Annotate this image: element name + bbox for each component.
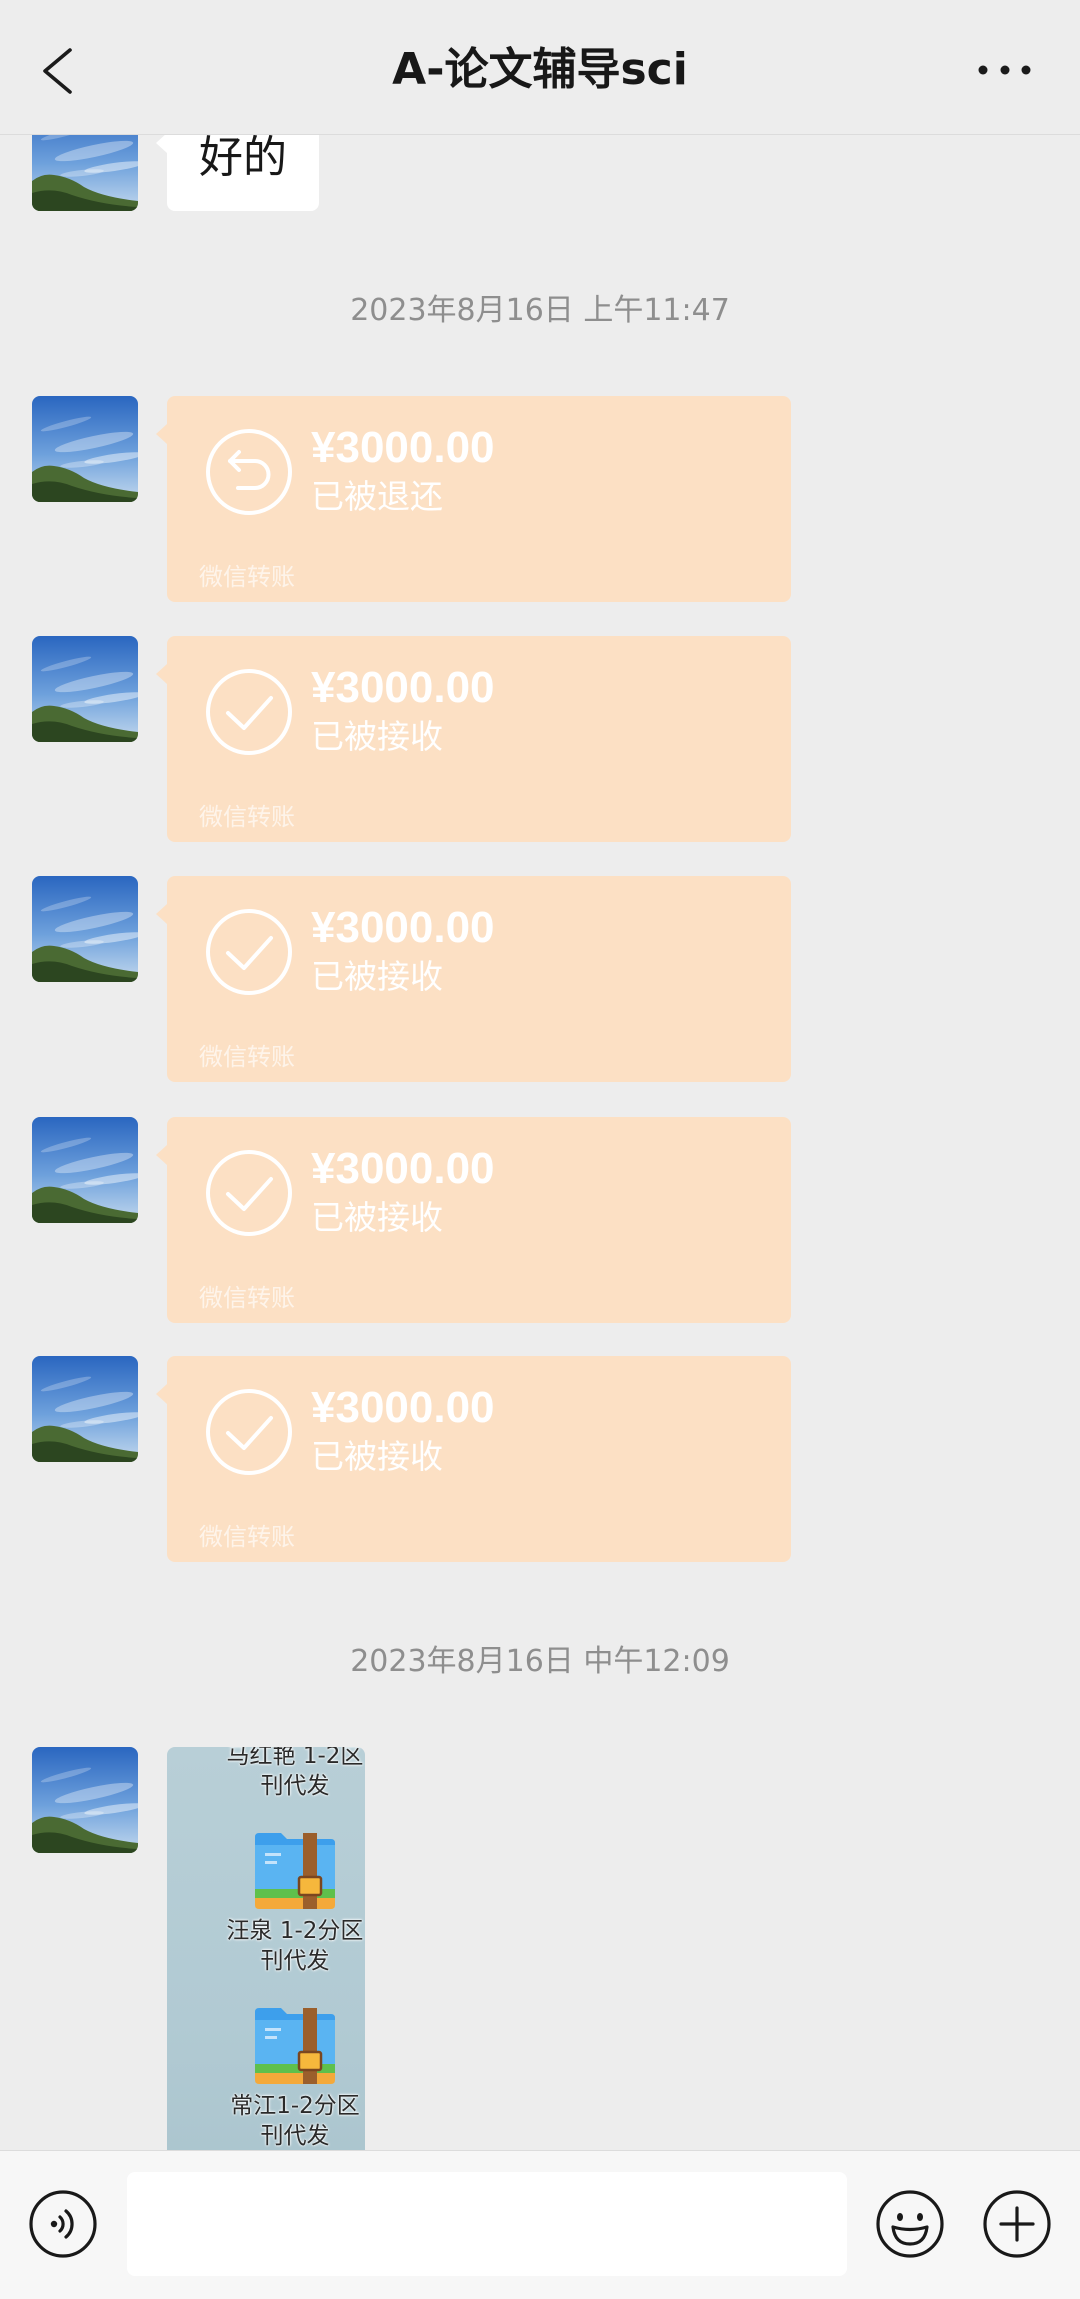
avatar[interactable] [32,636,138,742]
voice-icon[interactable] [27,2188,99,2260]
transfer-status: 已被接收 [311,717,443,756]
transfer-source: 微信转账 [199,1523,295,1551]
avatar-image [32,396,138,502]
transfer-status: 已被接收 [311,1198,443,1237]
file-name-line: 刊代发 [260,1773,330,1799]
timestamp: 2023年8月16日 中午12:09 [350,1644,730,1679]
transfer-amount: ¥3000.00 [311,663,495,712]
message-input[interactable] [127,2172,847,2276]
transfer-status: 已被退还 [311,477,443,516]
transfer-amount: ¥3000.00 [311,1383,495,1432]
avatar[interactable] [32,1747,138,1853]
transfer-card[interactable]: ¥3000.00 已被退还 微信转账 [156,396,791,602]
emoji-icon[interactable] [874,2188,946,2260]
avatar-image [32,636,138,742]
check-circle-icon [205,1149,293,1237]
transfer-amount: ¥3000.00 [311,423,495,472]
transfer-source: 微信转账 [199,563,295,591]
transfer-card[interactable]: ¥3000.00 已被接收 微信转账 [156,636,791,842]
file-name-line: 刊代发 [260,2123,330,2149]
transfer-card[interactable]: ¥3000.00 已被接收 微信转账 [156,1117,791,1323]
zip-file-icon [251,1825,339,1913]
zip-file-icon [251,2000,339,2088]
file-name-line: 刊代发 [260,1948,330,1974]
file-name-line: 马红艳 1-2区 [226,1747,364,1769]
file-name-label: 常江1-2分区 刊代发 [225,2091,365,2151]
check-circle-icon [205,1388,293,1476]
transfer-status: 已被接收 [311,1437,443,1476]
transfer-card[interactable]: ¥3000.00 已被接收 微信转账 [156,876,791,1082]
return-arrow-icon [206,429,292,515]
transfer-source: 微信转账 [199,803,295,831]
file-name-line: 汪泉 1-2分区 [226,1918,364,1944]
avatar-image [32,1117,138,1223]
file-name-label: 马红艳 1-2区 刊代发 [225,1747,365,1801]
input-bar [0,2150,1080,2299]
avatar-image [32,1356,138,1462]
transfer-amount: ¥3000.00 [311,1144,495,1193]
more-button[interactable] [968,52,1040,88]
transfer-source: 微信转账 [199,1284,295,1312]
transfer-status: 已被接收 [311,957,443,996]
more-dots-icon [978,65,1031,75]
chat-title: A-论文辅导sci [392,44,688,95]
avatar[interactable] [32,1356,138,1462]
avatar-image [32,1747,138,1853]
file-name-label: 汪泉 1-2分区 刊代发 [225,1916,365,1976]
timestamp: 2023年8月16日 上午11:47 [350,293,730,328]
check-circle-icon [205,668,293,756]
image-message[interactable]: 马红艳 1-2区 刊代发 汪泉 1-2分区 刊代发 常江1-2分区 刊代发 [167,1747,365,2207]
check-circle-icon [205,908,293,996]
back-button[interactable] [40,46,76,96]
avatar[interactable] [32,396,138,502]
transfer-source: 微信转账 [199,1043,295,1071]
transfer-amount: ¥3000.00 [311,903,495,952]
plus-icon[interactable] [981,2188,1053,2260]
chevron-left-icon [43,48,72,94]
avatar[interactable] [32,876,138,982]
avatar[interactable] [32,1117,138,1223]
avatar-image [32,876,138,982]
file-name-line: 常江1-2分区 [230,2093,360,2119]
transfer-card[interactable]: ¥3000.00 已被接收 微信转账 [156,1356,791,1562]
chat-header: A-论文辅导sci [0,0,1080,135]
